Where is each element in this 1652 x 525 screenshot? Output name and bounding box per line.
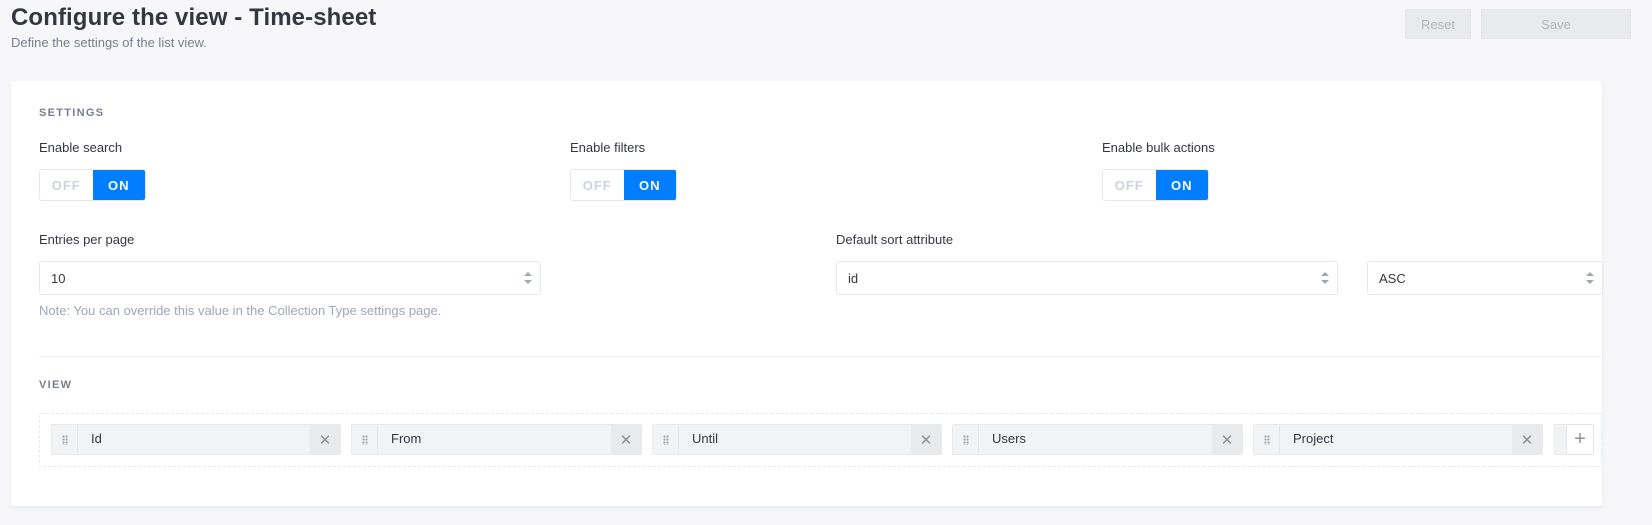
view-field-label: Project	[1293, 431, 1334, 446]
view-field-label: Id	[91, 431, 102, 446]
select-caret-icon	[1586, 271, 1594, 285]
entries-per-page-value: 10	[51, 270, 66, 286]
toggle-on-option[interactable]: ON	[1155, 170, 1208, 200]
entries-per-page-note: Note: You can override this value in the…	[39, 303, 442, 318]
drag-handle-icon[interactable]	[52, 425, 78, 454]
view-field-overflow	[1554, 424, 1566, 455]
drag-handle-icon[interactable]	[1254, 425, 1280, 454]
default-sort-order-select[interactable]: ASC	[1367, 261, 1603, 295]
enable-filters-label: Enable filters	[570, 140, 646, 155]
view-field-id[interactable]: Id ✕	[51, 424, 341, 455]
save-button[interactable]: Save	[1481, 9, 1631, 39]
remove-field-icon[interactable]: ✕	[1512, 425, 1542, 454]
view-field-until[interactable]: Until ✕	[652, 424, 942, 455]
select-caret-icon	[524, 271, 532, 285]
add-field-button[interactable]: +	[1566, 424, 1594, 455]
reset-button[interactable]: Reset	[1405, 9, 1471, 39]
entries-per-page-select[interactable]: 10	[39, 261, 541, 295]
view-field-label: Until	[692, 431, 719, 446]
enable-search-label: Enable search	[39, 140, 123, 155]
default-sort-attribute-value: id	[848, 270, 859, 286]
toggle-on-option[interactable]: ON	[92, 170, 145, 200]
view-field-label: Users	[992, 431, 1026, 446]
section-divider	[39, 356, 1602, 357]
view-field-label: From	[391, 431, 422, 446]
view-section-title: VIEW	[39, 379, 73, 391]
toggle-off-option[interactable]: OFF	[571, 170, 624, 200]
default-sort-label: Default sort attribute	[836, 232, 954, 247]
remove-field-icon[interactable]: ✕	[611, 425, 641, 454]
page-title: Configure the view - Time-sheet	[11, 4, 377, 31]
page-header: Configure the view - Time-sheet Define t…	[11, 4, 376, 50]
drag-handle-icon[interactable]	[953, 425, 979, 454]
drag-handle-icon[interactable]	[653, 425, 679, 454]
remove-field-icon[interactable]: ✕	[1212, 425, 1242, 454]
toggle-off-option[interactable]: OFF	[1103, 170, 1156, 200]
enable-bulk-actions-label: Enable bulk actions	[1102, 140, 1215, 155]
default-sort-attribute-select[interactable]: id	[836, 261, 1338, 295]
select-caret-icon	[1321, 271, 1329, 285]
view-fields-dropzone: Id ✕ From ✕ Until ✕ Users ✕ Project ✕ +	[39, 413, 1602, 467]
enable-bulk-actions-toggle[interactable]: OFF ON	[1102, 169, 1209, 201]
settings-section-title: SETTINGS	[39, 107, 105, 119]
view-field-from[interactable]: From ✕	[351, 424, 642, 455]
default-sort-order-value: ASC	[1379, 270, 1406, 286]
enable-search-toggle[interactable]: OFF ON	[39, 169, 146, 201]
view-field-project[interactable]: Project ✕	[1253, 424, 1543, 455]
remove-field-icon[interactable]: ✕	[310, 425, 340, 454]
view-field-users[interactable]: Users ✕	[952, 424, 1243, 455]
toggle-off-option[interactable]: OFF	[40, 170, 93, 200]
settings-card: SETTINGS Enable search OFF ON Enable fil…	[11, 81, 1603, 506]
entries-per-page-label: Entries per page	[39, 232, 135, 247]
remove-field-icon[interactable]: ✕	[911, 425, 941, 454]
drag-handle-icon[interactable]	[352, 425, 378, 454]
enable-filters-toggle[interactable]: OFF ON	[570, 169, 677, 201]
page-subtitle: Define the settings of the list view.	[11, 35, 207, 50]
toggle-on-option[interactable]: ON	[623, 170, 676, 200]
